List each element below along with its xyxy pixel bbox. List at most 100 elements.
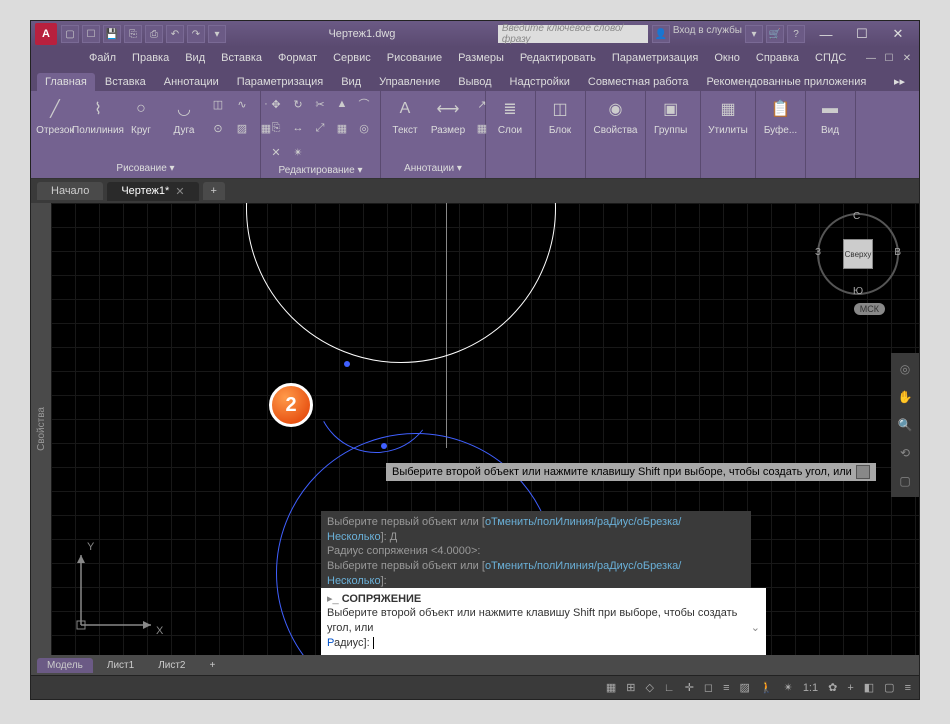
nav-orbit-icon[interactable]: ⟲ bbox=[895, 443, 915, 463]
status-clean-icon[interactable]: ▢ bbox=[882, 681, 896, 694]
menu-view[interactable]: Вид bbox=[177, 50, 213, 66]
tab-output[interactable]: Вывод bbox=[450, 73, 499, 91]
status-osnap-icon[interactable]: ◻ bbox=[702, 681, 715, 694]
stretch-icon[interactable]: ↔ bbox=[287, 117, 309, 139]
help-icon[interactable]: ? bbox=[787, 25, 805, 43]
doc-tab-drawing1[interactable]: Чертеж1*✕ bbox=[107, 182, 198, 201]
mdi-close-icon[interactable]: ✕ bbox=[899, 51, 915, 65]
circle-button[interactable]: ○Круг bbox=[121, 93, 161, 138]
utils-button[interactable]: ▦Утилиты bbox=[705, 93, 751, 138]
draw-sm-2[interactable]: ∿ bbox=[231, 93, 253, 115]
nav-wheel-icon[interactable]: ◎ bbox=[895, 359, 915, 379]
ribbon-expand-icon[interactable]: ▸▸ bbox=[886, 72, 913, 91]
clipboard-button[interactable]: 📋Буфе... bbox=[760, 93, 801, 138]
move-icon[interactable]: ✥ bbox=[265, 93, 287, 115]
status-lwt-icon[interactable]: ≡ bbox=[721, 682, 731, 694]
qat-dropdown-icon[interactable]: ▾ bbox=[208, 25, 226, 43]
qat-save-icon[interactable]: 💾 bbox=[103, 25, 121, 43]
tab-insert[interactable]: Вставка bbox=[97, 73, 154, 91]
new-tab-button[interactable]: + bbox=[203, 182, 225, 200]
menu-edit[interactable]: Правка bbox=[124, 50, 177, 66]
status-walk-icon[interactable]: 🚶 bbox=[758, 681, 776, 694]
doc-tab-start[interactable]: Начало bbox=[37, 182, 103, 200]
draw-sm-4[interactable]: ⊙ bbox=[207, 117, 229, 139]
props-button[interactable]: ◉Свойства bbox=[590, 93, 641, 138]
status-anno-icon[interactable]: ✴ bbox=[782, 681, 795, 694]
tab-view[interactable]: Вид bbox=[333, 73, 369, 91]
rotate-icon[interactable]: ↻ bbox=[287, 93, 309, 115]
qat-open-icon[interactable]: ☐ bbox=[82, 25, 100, 43]
layout-tab-sheet2[interactable]: Лист2 bbox=[148, 658, 195, 673]
status-gear-icon[interactable]: ✿ bbox=[826, 681, 839, 694]
status-ortho-icon[interactable]: ∟ bbox=[662, 682, 677, 694]
erase-icon[interactable]: ✕ bbox=[265, 141, 287, 163]
draw-sm-5[interactable]: ▨ bbox=[231, 117, 253, 139]
line-button[interactable]: ╱Отрезок bbox=[35, 93, 75, 138]
menu-window[interactable]: Окно bbox=[706, 50, 748, 66]
fillet-icon[interactable]: ⌒ bbox=[353, 93, 375, 115]
tab-param[interactable]: Параметризация bbox=[229, 73, 331, 91]
menu-help[interactable]: Справка bbox=[748, 50, 807, 66]
menu-file[interactable]: Файл bbox=[81, 50, 124, 66]
viewcube[interactable]: Сверху С Ю В З bbox=[817, 213, 899, 295]
tab-manage[interactable]: Управление bbox=[371, 73, 448, 91]
layers-button[interactable]: ≣Слои bbox=[490, 93, 530, 138]
block-button[interactable]: ◫Блок bbox=[540, 93, 580, 138]
status-scale[interactable]: 1:1 bbox=[801, 682, 820, 694]
layout-tab-add[interactable]: + bbox=[200, 658, 226, 673]
explode-icon[interactable]: ✴ bbox=[287, 141, 309, 163]
menu-tools[interactable]: Сервис bbox=[325, 50, 379, 66]
tab-collab[interactable]: Совместная работа bbox=[580, 73, 697, 91]
cart-icon[interactable]: 🛒 bbox=[766, 25, 784, 43]
status-iso-icon[interactable]: ◧ bbox=[862, 681, 876, 694]
exchange-icon[interactable]: ▾ bbox=[745, 25, 763, 43]
maximize-button[interactable]: ☐ bbox=[845, 24, 879, 44]
status-polar-icon[interactable]: ✛ bbox=[683, 681, 696, 694]
text-button[interactable]: AТекст bbox=[385, 93, 425, 138]
qat-plot-icon[interactable]: ⎙ bbox=[145, 25, 163, 43]
status-grid-icon[interactable]: ⊞ bbox=[624, 681, 637, 694]
menu-param[interactable]: Параметризация bbox=[604, 50, 706, 66]
tab-annotate[interactable]: Аннотации bbox=[156, 73, 227, 91]
search-input[interactable]: Введите ключевое слово/фразу bbox=[498, 25, 648, 43]
mdi-max-icon[interactable]: ☐ bbox=[881, 51, 897, 65]
signin-label[interactable]: Вход в службы bbox=[673, 25, 742, 43]
qat-saveas-icon[interactable]: ⎘ bbox=[124, 25, 142, 43]
status-model-icon[interactable]: ▦ bbox=[604, 681, 618, 694]
dimension-button[interactable]: ⟷Размер bbox=[428, 93, 468, 138]
status-custom-icon[interactable]: ≡ bbox=[903, 682, 913, 694]
trim-icon[interactable]: ✂ bbox=[309, 93, 331, 115]
array-icon[interactable]: ▦ bbox=[331, 117, 353, 139]
drawing-canvas[interactable]: 2 Выберите второй объект или нажмите кла… bbox=[51, 203, 919, 655]
menu-insert[interactable]: Вставка bbox=[213, 50, 270, 66]
tooltip-dropdown-icon[interactable] bbox=[856, 465, 870, 479]
arc-button[interactable]: ◡Дуга bbox=[164, 93, 204, 138]
menu-spds[interactable]: СПДС bbox=[807, 50, 854, 66]
scale-icon[interactable]: ⤢ bbox=[309, 117, 331, 139]
properties-palette[interactable]: Свойства bbox=[31, 203, 51, 655]
menu-draw[interactable]: Рисование bbox=[379, 50, 450, 66]
close-tab-icon[interactable]: ✕ bbox=[175, 185, 184, 198]
layout-tab-model[interactable]: Модель bbox=[37, 658, 93, 673]
mdi-min-icon[interactable]: — bbox=[863, 51, 879, 65]
polyline-button[interactable]: ⌇Полилиния bbox=[78, 93, 118, 138]
tab-addins[interactable]: Надстройки bbox=[502, 73, 578, 91]
tab-home[interactable]: Главная bbox=[37, 73, 95, 91]
qat-undo-icon[interactable]: ↶ bbox=[166, 25, 184, 43]
panel-draw-title[interactable]: Рисование ▾ bbox=[35, 161, 256, 176]
panel-annot-title[interactable]: Аннотации ▾ bbox=[385, 161, 481, 176]
status-transparency-icon[interactable]: ▨ bbox=[737, 681, 751, 694]
offset-icon[interactable]: ◎ bbox=[353, 117, 375, 139]
nav-zoom-icon[interactable]: 🔍 bbox=[895, 415, 915, 435]
layout-tab-sheet1[interactable]: Лист1 bbox=[97, 658, 144, 673]
menu-dims[interactable]: Размеры bbox=[450, 50, 512, 66]
view-button[interactable]: ▬Вид bbox=[810, 93, 850, 138]
command-line[interactable]: ▸_ СОПРЯЖЕНИЕ Выберите второй объект или… bbox=[321, 588, 766, 655]
panel-modify-title[interactable]: Редактирование ▾ bbox=[265, 163, 376, 178]
minimize-button[interactable]: — bbox=[809, 24, 843, 44]
status-plus-icon[interactable]: + bbox=[845, 682, 855, 694]
menu-format[interactable]: Формат bbox=[270, 50, 325, 66]
mirror-icon[interactable]: ▲ bbox=[331, 93, 353, 115]
app-logo[interactable]: A bbox=[35, 23, 57, 45]
qat-new-icon[interactable]: ▢ bbox=[61, 25, 79, 43]
